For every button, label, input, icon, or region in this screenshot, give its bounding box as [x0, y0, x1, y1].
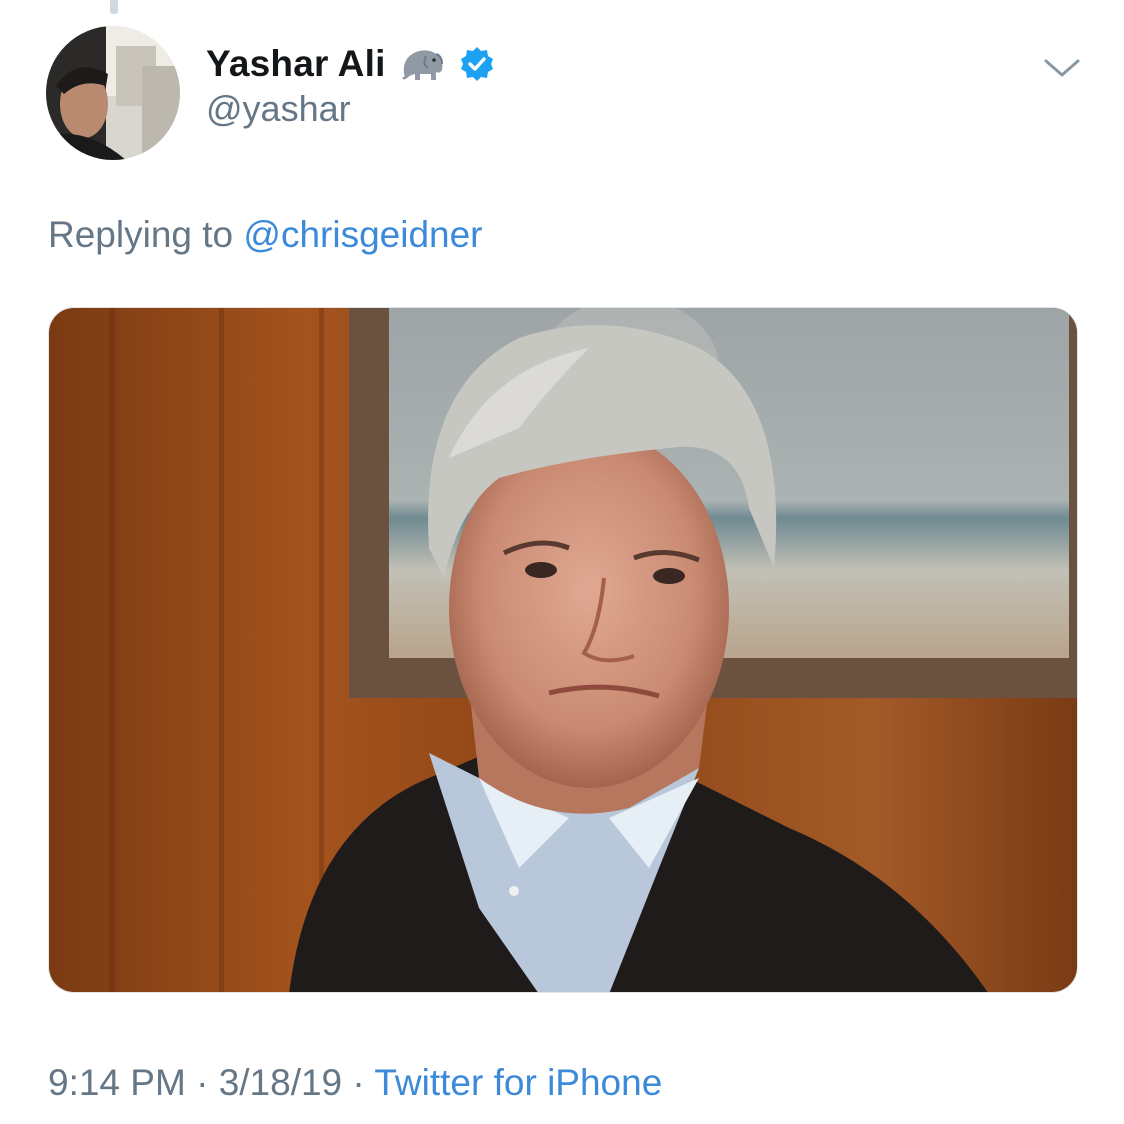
elephant-icon	[398, 44, 446, 84]
reply-context: Replying to @chrisgeidner	[48, 214, 483, 256]
user-handle[interactable]: @yashar	[206, 88, 351, 130]
reply-prefix: Replying to	[48, 214, 234, 255]
tweet-detail: Yashar Ali @yashar Replying to @chrisgei…	[0, 0, 1124, 1124]
chevron-down-icon[interactable]	[1040, 50, 1084, 86]
separator: ·	[352, 1062, 365, 1103]
verified-badge-icon	[458, 45, 496, 83]
tweet-date[interactable]: 3/18/19	[219, 1062, 342, 1103]
name-row: Yashar Ali	[206, 40, 496, 88]
tweet-metadata: 9:14 PM · 3/18/19 · Twitter for iPhone	[48, 1062, 662, 1104]
tweet-media-image[interactable]	[48, 307, 1078, 993]
thread-connector-line	[110, 0, 118, 14]
avatar[interactable]	[46, 26, 180, 160]
tweet-source-link[interactable]: Twitter for iPhone	[374, 1062, 662, 1103]
tweet-time[interactable]: 9:14 PM	[48, 1062, 186, 1103]
reply-mention-link[interactable]: @chrisgeidner	[243, 214, 482, 255]
separator: ·	[196, 1062, 209, 1103]
display-name[interactable]: Yashar Ali	[206, 43, 386, 85]
